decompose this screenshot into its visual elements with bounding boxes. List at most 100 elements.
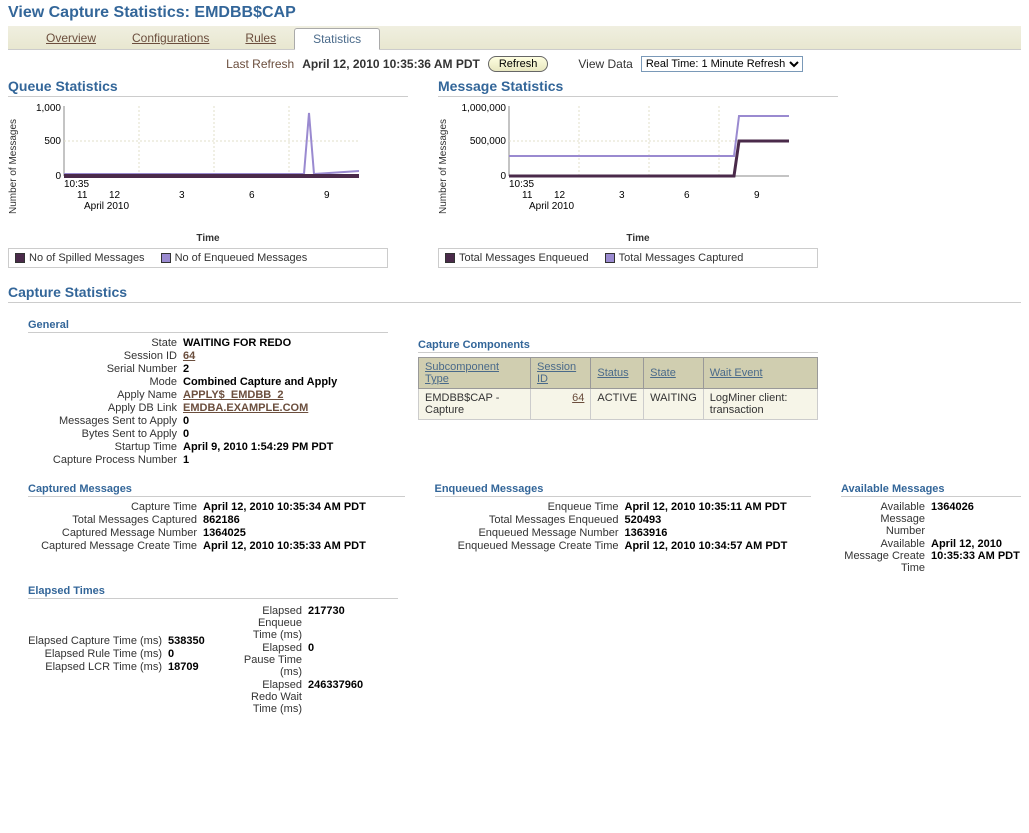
elapsed-enqueue-label: Elapsed Enqueue Time (ms) [238,605,308,641]
svg-text:500,000: 500,000 [470,136,507,147]
capture-components-table: Subcomponent Type Session ID Status Stat… [418,357,818,420]
elapsed-pause-value: 0 [308,642,314,654]
legend-enqueued-label: No of Enqueued Messages [175,252,308,264]
svg-text:10:35: 10:35 [509,179,534,190]
serial-value: 2 [183,363,189,375]
tab-bar: Overview Configurations Rules Statistics [8,26,1021,50]
queue-stats-header: Queue Statistics [8,78,408,97]
capture-time-label: Capture Time [28,501,203,513]
elapsed-enqueue-value: 217730 [308,605,345,617]
queue-statistics-block: Queue Statistics Number of Messages 1,00… [8,78,408,268]
svg-text:3: 3 [179,190,185,201]
swatch-total-captured [605,253,615,263]
apply-name-label: Apply Name [28,389,183,401]
svg-text:11: 11 [77,190,88,201]
tab-statistics[interactable]: Statistics [294,28,380,50]
col-subtype[interactable]: Subcomponent Type [419,358,531,389]
last-refresh-timestamp: April 12, 2010 10:35:36 AM PDT [302,57,480,71]
last-refresh-label: Last Refresh [226,57,294,71]
queue-x-label: Time [8,233,408,244]
queue-chart: 1,000 500 0 10:35 11 12 3 6 9 [19,101,408,231]
elapsed-lcr-label: Elapsed LCR Time (ms) [28,661,168,673]
svg-text:April 2010: April 2010 [84,201,129,212]
cap-proc-label: Capture Process Number [28,454,183,466]
cell-state: WAITING [644,389,704,420]
cell-session-id[interactable]: 64 [531,389,591,420]
svg-text:6: 6 [249,190,255,201]
svg-text:April 2010: April 2010 [529,201,574,212]
avail-num-value: 1364026 [931,501,974,513]
view-data-label: View Data [578,57,632,71]
capture-statistics-header: Capture Statistics [8,284,1021,303]
bytes-sent-value: 0 [183,428,189,440]
refresh-button[interactable]: Refresh [488,56,549,72]
cell-subtype: EMDBB$CAP - Capture [419,389,531,420]
mode-value: Combined Capture and Apply [183,376,337,388]
svg-text:12: 12 [109,190,121,201]
col-wait-event[interactable]: Wait Event [703,358,817,389]
apply-name-link[interactable]: APPLY$_EMDBB_2 [183,389,283,401]
swatch-spilled [15,253,25,263]
view-data-select[interactable]: Real Time: 1 Minute Refresh [641,56,803,72]
legend-total-enqueued-label: Total Messages Enqueued [459,252,589,264]
captured-msg-num-value: 1364025 [203,527,246,539]
captured-msgs-header: Captured Messages [28,483,405,497]
svg-text:6: 6 [684,190,690,201]
general-header: General [28,319,388,333]
total-enqueued-label: Total Messages Enqueued [435,514,625,526]
elapsed-pause-label: Elapsed Pause Time (ms) [238,642,308,678]
elapsed-capture-value: 538350 [168,635,205,647]
state-value: WAITING FOR REDO [183,337,291,349]
svg-text:1,000,000: 1,000,000 [462,103,507,114]
table-row: EMDBB$CAP - Capture 64 ACTIVE WAITING Lo… [419,389,818,420]
avail-num-label: Available Message Number [841,501,931,537]
serial-label: Serial Number [28,363,183,375]
message-legend: Total Messages Enqueued Total Messages C… [438,248,818,268]
enqueued-msg-num-value: 1363916 [625,527,668,539]
tab-rules[interactable]: Rules [227,28,294,49]
bytes-sent-label: Bytes Sent to Apply [28,428,183,440]
enqueued-msgs-header: Enqueued Messages [435,483,812,497]
legend-total-captured-label: Total Messages Captured [619,252,744,264]
col-status[interactable]: Status [591,358,644,389]
svg-text:10:35: 10:35 [64,179,89,190]
apply-db-link[interactable]: EMDBA.EXAMPLE.COM [183,402,308,414]
captured-create-time-value: April 12, 2010 10:35:33 AM PDT [203,540,366,552]
startup-value: April 9, 2010 1:54:29 PM PDT [183,441,333,453]
enqueued-msg-num-label: Enqueued Message Number [435,527,625,539]
mode-label: Mode [28,376,183,388]
enqueue-time-label: Enqueue Time [435,501,625,513]
session-id-link[interactable]: 64 [183,350,195,362]
startup-label: Startup Time [28,441,183,453]
elapsed-capture-label: Elapsed Capture Time (ms) [28,635,168,647]
enqueued-create-time-value: April 12, 2010 10:34:57 AM PDT [625,540,788,552]
svg-text:3: 3 [619,190,625,201]
svg-text:9: 9 [754,190,760,201]
col-state[interactable]: State [644,358,704,389]
session-id-label: Session ID [28,350,183,362]
state-label: State [28,337,183,349]
elapsed-rule-value: 0 [168,648,174,660]
capture-time-value: April 12, 2010 10:35:34 AM PDT [203,501,366,513]
avail-time-value: April 12, 2010 10:35:33 AM PDT [931,538,1021,562]
svg-text:9: 9 [324,190,330,201]
tab-overview[interactable]: Overview [28,28,114,49]
refresh-row: Last Refresh April 12, 2010 10:35:36 AM … [8,50,1021,78]
message-y-label: Number of Messages [438,101,449,231]
elapsed-redo-label: Elapsed Redo Wait Time (ms) [238,679,308,715]
total-enqueued-value: 520493 [625,514,662,526]
tab-configurations[interactable]: Configurations [114,28,227,49]
queue-y-label: Number of Messages [8,101,19,231]
legend-spilled-label: No of Spilled Messages [29,252,145,264]
swatch-total-enqueued [445,253,455,263]
captured-msg-num-label: Captured Message Number [28,527,203,539]
apply-db-label: Apply DB Link [28,402,183,414]
col-session-id[interactable]: Session ID [531,358,591,389]
message-chart: 1,000,000 500,000 0 10:35 11 12 3 6 [449,101,838,231]
elapsed-rule-label: Elapsed Rule Time (ms) [28,648,168,660]
swatch-enqueued [161,253,171,263]
elapsed-header: Elapsed Times [28,585,398,599]
available-msgs-header: Available Messages [841,483,1021,497]
svg-text:11: 11 [522,190,533,201]
enqueued-create-time-label: Enqueued Message Create Time [435,540,625,552]
